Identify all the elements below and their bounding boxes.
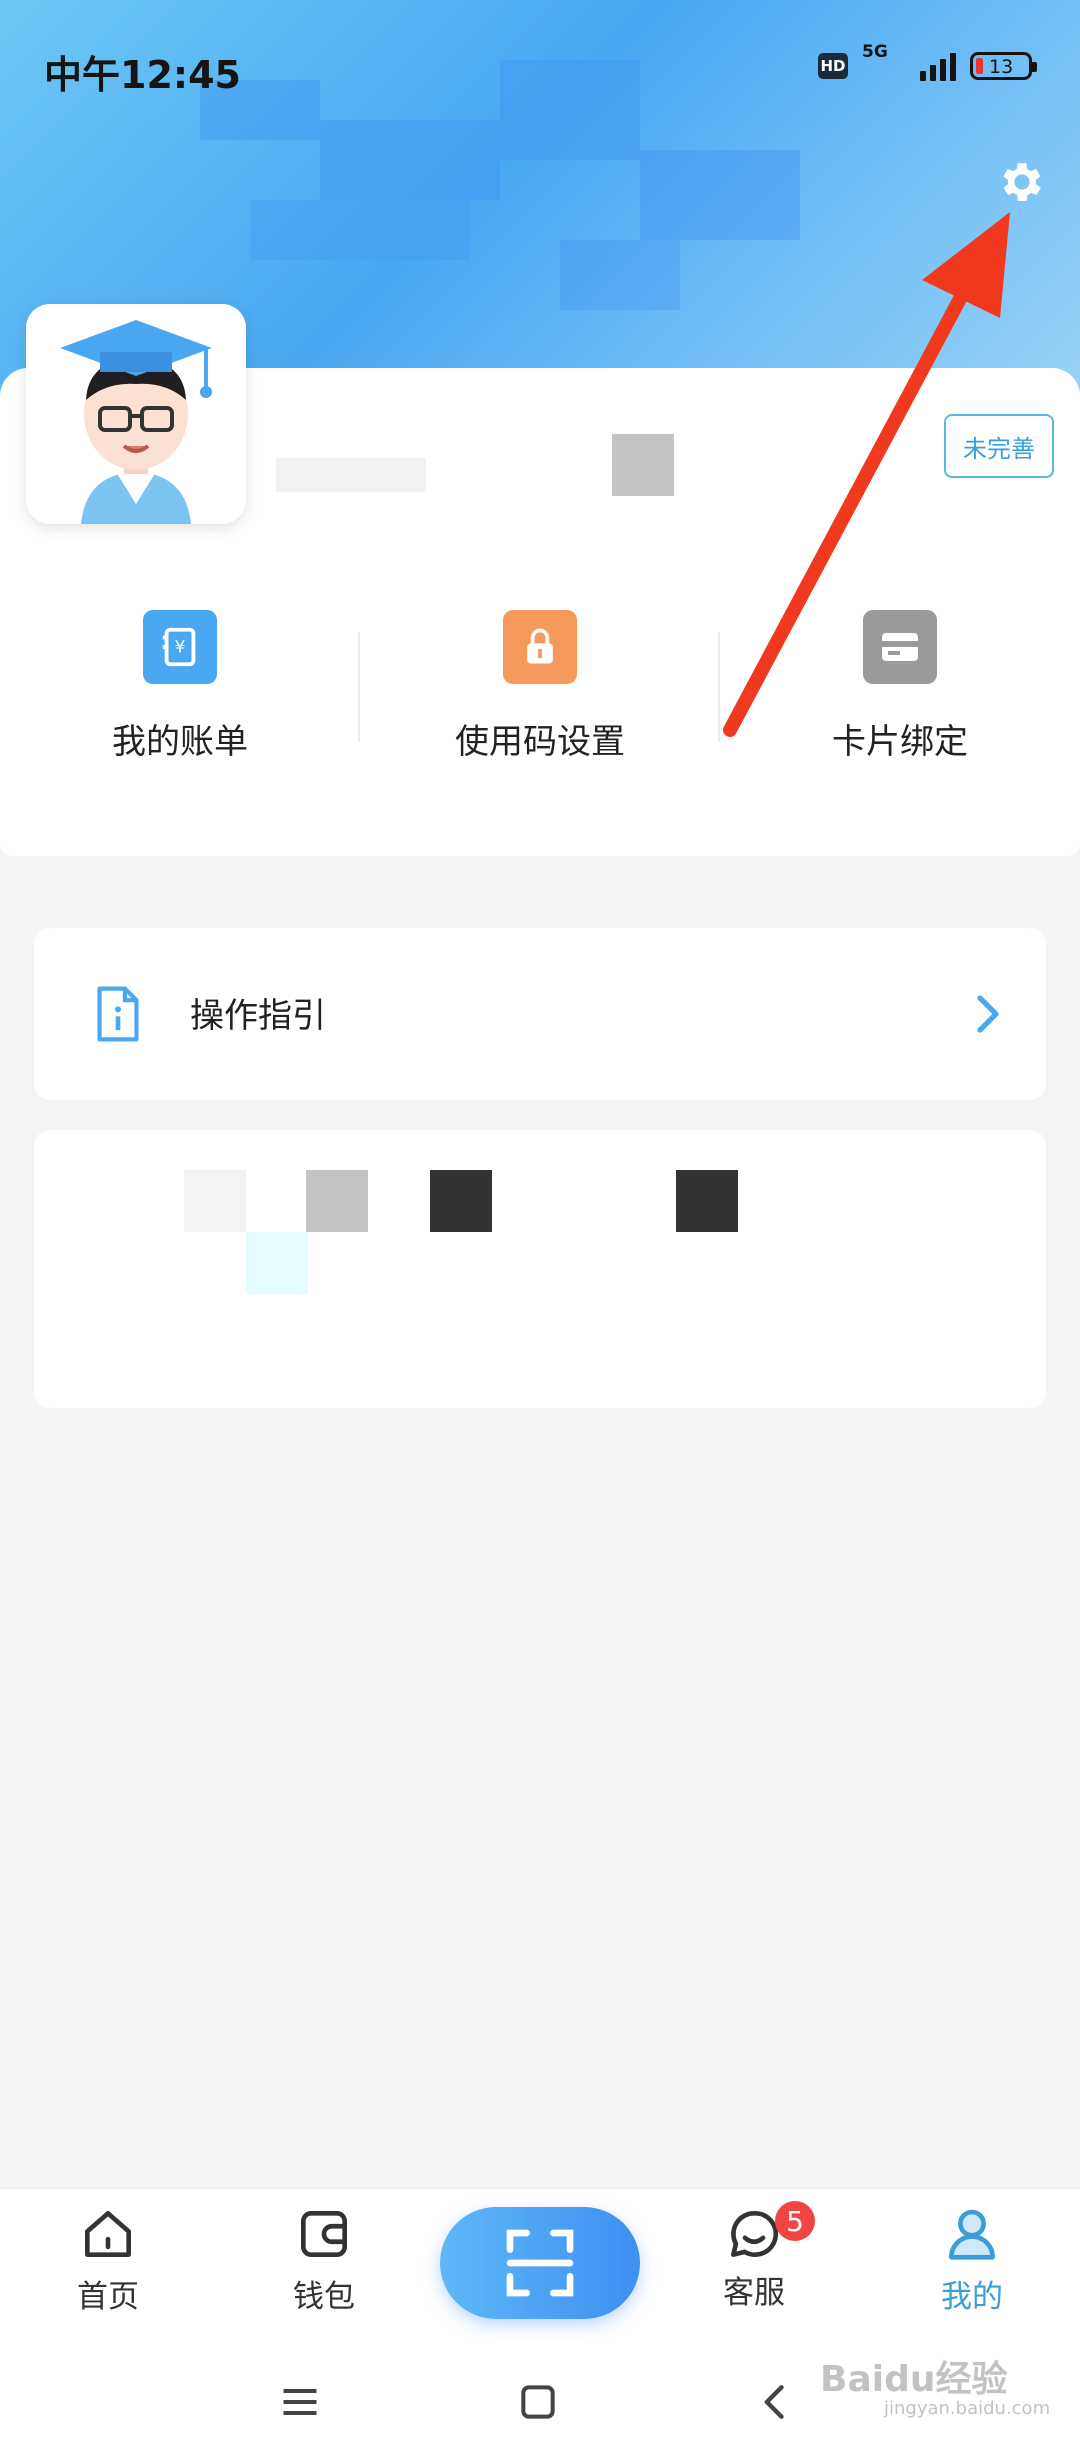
status-time: 中午12:45 — [44, 53, 241, 97]
status-indicators: HD 5G 13 — [818, 42, 1037, 84]
avatar-graduate-icon — [26, 304, 246, 524]
network-type: 5G — [862, 42, 888, 62]
notification-badge: 5 — [775, 2201, 815, 2241]
signal-indicator: 5G — [862, 42, 906, 84]
nav-customer-service[interactable]: 5 客服 — [684, 2201, 824, 2312]
nav-home[interactable]: 首页 — [38, 2203, 178, 2316]
watermark-url: jingyan.baidu.com — [884, 2398, 1051, 2419]
redacted-block — [184, 1170, 246, 1232]
lock-icon — [503, 610, 577, 684]
menu-icon — [283, 2388, 317, 2416]
guide-label: 操作指引 — [190, 996, 326, 1036]
shortcut-code-settings[interactable]: 使用码设置 — [360, 610, 720, 763]
bottom-navigation: 首页 钱包 5 客服 我的 — [0, 2188, 1080, 2345]
battery-level: 13 — [989, 56, 1014, 78]
redacted-block — [676, 1170, 738, 1232]
redacted-block — [246, 1232, 308, 1294]
redacted-block — [306, 1170, 368, 1232]
shortcut-label: 使用码设置 — [455, 722, 625, 762]
redacted-name — [276, 458, 426, 492]
battery-icon: 13 — [970, 52, 1037, 80]
mosaic-block — [250, 200, 470, 260]
signal-bars-icon — [920, 51, 956, 81]
watermark: Baidu经验 — [820, 2359, 1008, 2400]
nav-label: 首页 — [77, 2279, 139, 2315]
user-icon — [949, 2209, 995, 2260]
nav-label: 我的 — [941, 2279, 1003, 2315]
wallet-icon — [301, 2211, 347, 2257]
shortcut-label: 我的账单 — [112, 722, 248, 762]
bill-icon: ¥ — [143, 610, 217, 684]
redacted-block — [612, 434, 674, 496]
info-document-icon — [97, 986, 139, 1042]
scan-icon — [506, 2229, 574, 2297]
home-icon — [85, 2211, 131, 2257]
nav-label: 客服 — [723, 2275, 785, 2311]
hd-badge: HD — [818, 53, 848, 79]
operation-guide-row[interactable]: 操作指引 — [34, 928, 1046, 1100]
annotation-arrow — [723, 212, 1010, 737]
mosaic-block — [320, 120, 500, 200]
mosaic-block — [560, 240, 680, 310]
menu-button[interactable] — [270, 2372, 330, 2432]
shortcut-my-bill[interactable]: ¥ 我的账单 — [0, 610, 360, 763]
mosaic-block — [500, 60, 640, 160]
avatar[interactable] — [26, 304, 246, 524]
chevron-left-icon — [764, 2385, 784, 2419]
chevron-right-icon — [977, 995, 999, 1033]
nav-wallet[interactable]: 钱包 — [254, 2203, 394, 2316]
redacted-block — [430, 1170, 492, 1232]
scan-button[interactable] — [440, 2207, 640, 2319]
svg-text:¥: ¥ — [175, 638, 186, 658]
back-button[interactable] — [746, 2372, 806, 2432]
nav-label: 钱包 — [293, 2279, 355, 2315]
home-system-button[interactable] — [508, 2372, 568, 2432]
nav-mine[interactable]: 我的 — [902, 2203, 1042, 2316]
redacted-card — [34, 1130, 1046, 1408]
square-icon — [521, 2385, 555, 2419]
